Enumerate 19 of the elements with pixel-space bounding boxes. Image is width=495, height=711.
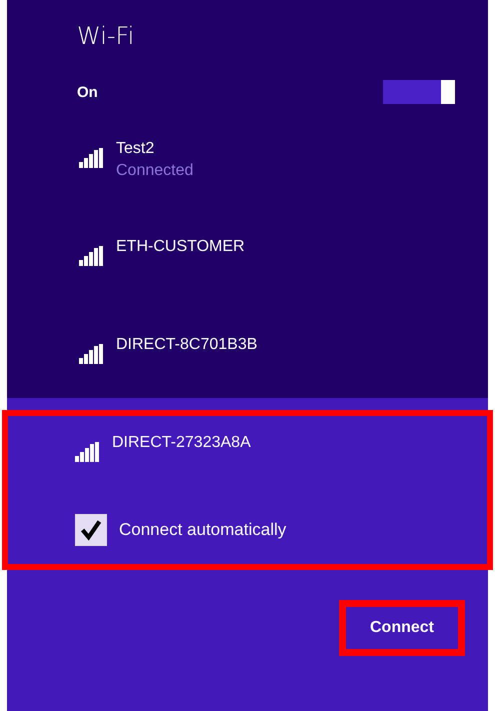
network-item[interactable]: DIRECT-8C701B3B xyxy=(7,300,488,398)
network-name: ETH-CUSTOMER xyxy=(116,238,245,256)
connect-button[interactable]: Connect xyxy=(339,600,465,656)
signal-icon xyxy=(79,148,103,168)
panel-title: Wi-Fi xyxy=(77,22,136,52)
network-name: DIRECT-8C701B3B xyxy=(116,336,258,354)
signal-icon xyxy=(79,344,103,364)
signal-icon xyxy=(75,442,99,462)
signal-icon xyxy=(79,246,103,266)
checkbox[interactable] xyxy=(75,514,107,546)
wifi-toggle[interactable] xyxy=(383,80,455,104)
network-name: DIRECT-27323A8A xyxy=(112,434,251,452)
network-status: Connected xyxy=(116,162,194,180)
toggle-label: On xyxy=(77,84,98,100)
network-name: Test2 xyxy=(116,140,156,158)
network-item[interactable]: Test2 Connected xyxy=(7,104,488,202)
network-item[interactable]: ETH-CUSTOMER xyxy=(7,202,488,300)
checkbox-label: Connect automatically xyxy=(119,520,286,540)
selected-network-item[interactable]: DIRECT-27323A8A Connect automatically xyxy=(2,410,493,570)
